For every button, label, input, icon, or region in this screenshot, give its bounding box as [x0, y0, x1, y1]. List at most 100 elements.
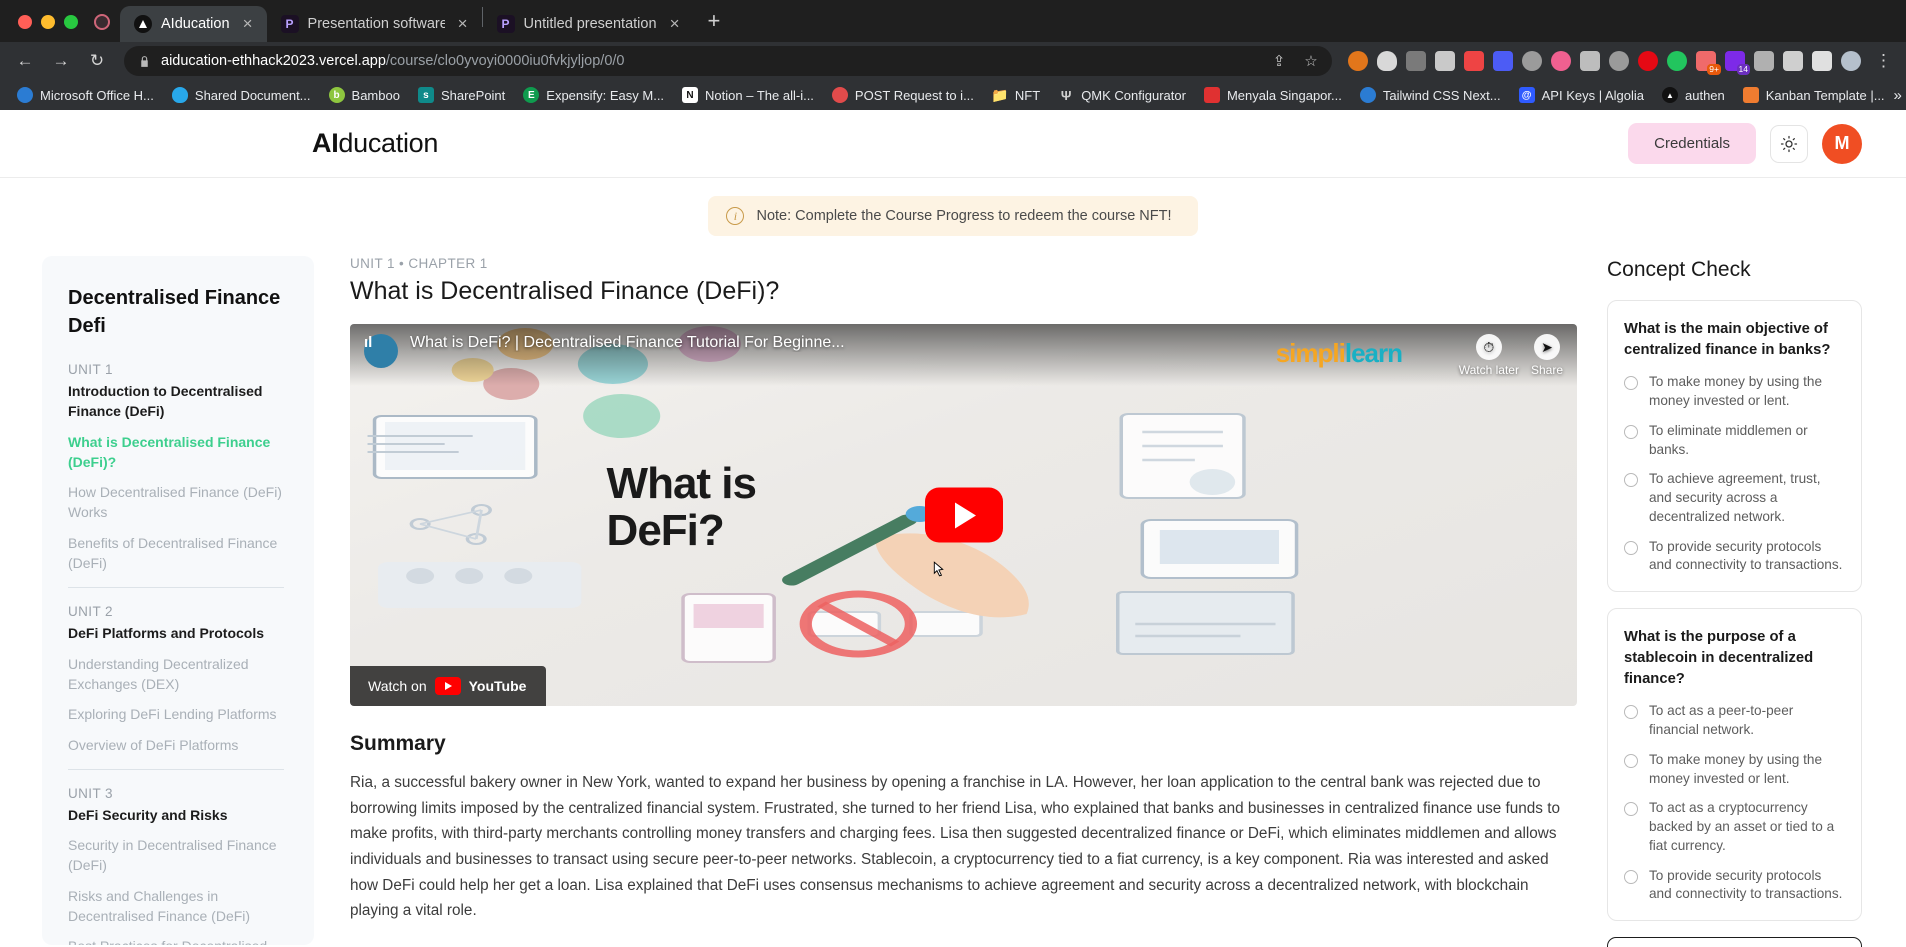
browser-tab-aiducation[interactable]: AIducation × — [120, 6, 267, 42]
profile-avatar-icon[interactable] — [1841, 51, 1861, 71]
close-tab-icon[interactable]: × — [454, 15, 472, 33]
close-window-button[interactable] — [18, 15, 32, 29]
radio-button-icon[interactable] — [1624, 869, 1638, 884]
youtube-avatar-icon[interactable]: ıl — [364, 334, 398, 368]
bookmark-microsoft-office[interactable]: Microsoft Office H... — [8, 83, 163, 107]
sidebar-chapter-benefits-of-defi[interactable]: Benefits of Decentralised Finance (DeFi) — [68, 533, 284, 574]
option-2-1[interactable]: To act as a peer-to-peer financial netwo… — [1624, 702, 1845, 740]
bookmark-algolia-api-keys[interactable]: @ API Keys | Algolia — [1510, 83, 1653, 107]
forward-button[interactable]: → — [46, 46, 76, 76]
bookmark-sharepoint[interactable]: s SharePoint — [409, 83, 514, 107]
radio-button-icon[interactable] — [1624, 753, 1638, 768]
bookmark-shared-documents[interactable]: Shared Document... — [163, 83, 320, 107]
reading-list-icon[interactable] — [1783, 51, 1803, 71]
bookmark-bamboo[interactable]: b Bamboo — [320, 83, 409, 107]
bookmark-menyala-singapore[interactable]: Menyala Singapor... — [1195, 83, 1351, 107]
office-icon — [17, 87, 33, 103]
sidebar-chapter-understanding-dex[interactable]: Understanding Decentralized Exchanges (D… — [68, 654, 284, 695]
code-extension-icon[interactable] — [1551, 51, 1571, 71]
option-2-2[interactable]: To make money by using the money investe… — [1624, 751, 1845, 789]
bookmark-label: SharePoint — [440, 87, 506, 103]
asana-extension-icon[interactable]: 9+ — [1696, 51, 1721, 75]
bookmark-notion[interactable]: N Notion – The all-i... — [673, 83, 823, 107]
pitch-extension-icon[interactable] — [1464, 51, 1484, 71]
course-title: Decentralised Finance Defi — [68, 287, 281, 337]
app-logo[interactable]: AIducation — [40, 128, 438, 159]
tab-search-icon — [94, 14, 110, 30]
radio-button-icon[interactable] — [1624, 424, 1638, 439]
sidebar-chapter-overview-defi-platforms[interactable]: Overview of DeFi Platforms — [68, 735, 284, 755]
brand-bold: AI — [312, 128, 339, 158]
star-icon[interactable]: ☆ — [1300, 52, 1322, 70]
tab-strip: AIducation × P Presentation software for… — [0, 0, 1906, 42]
bookmark-authen[interactable]: ▲ authen — [1653, 83, 1734, 107]
option-label: To make money by using the money investe… — [1649, 751, 1823, 786]
browser-tab-pitch-presentation-software[interactable]: P Presentation software for fast × — [267, 6, 482, 42]
option-2-4[interactable]: To provide security protocols and connec… — [1624, 867, 1845, 905]
minimize-window-button[interactable] — [41, 15, 55, 29]
sidebar-chapter-defi-lending-platforms[interactable]: Exploring DeFi Lending Platforms — [68, 704, 284, 724]
radio-button-icon[interactable] — [1624, 473, 1638, 488]
option-2-3[interactable]: To act as a cryptocurrency backed by an … — [1624, 799, 1845, 855]
share-button[interactable]: ➤ Share — [1531, 334, 1563, 377]
radio-button-icon[interactable] — [1624, 376, 1638, 391]
sidebar-chapter-risks-and-challenges[interactable]: Risks and Challenges in Decentralised Fi… — [68, 886, 284, 927]
sidepanel-icon[interactable] — [1812, 51, 1832, 71]
play-button[interactable] — [924, 487, 1003, 543]
main-content: UNIT 1 • CHAPTER 1 What is Decentralised… — [314, 256, 1607, 945]
notes-extension-icon[interactable] — [1580, 51, 1600, 71]
puzzle-extension-icon[interactable] — [1754, 51, 1774, 71]
bookmark-expensify[interactable]: E Expensify: Easy M... — [514, 83, 673, 107]
sidebar-chapter-what-is-defi[interactable]: What is Decentralised Finance (DeFi)? — [68, 432, 284, 473]
opera-extension-icon[interactable] — [1638, 51, 1658, 71]
course-note-banner: i Note: Complete the Course Progress to … — [708, 196, 1198, 236]
option-1-4[interactable]: To provide security protocols and connec… — [1624, 538, 1845, 576]
grammarly-extension-icon[interactable] — [1406, 51, 1426, 71]
bookmarks-overflow-button[interactable]: » — [1894, 87, 1906, 104]
tab-search-button[interactable] — [90, 14, 120, 42]
box-extension-icon[interactable] — [1435, 51, 1455, 71]
sidebar-chapter-best-practices[interactable]: Best Practices for Decentralised Finance… — [68, 936, 284, 945]
back-button[interactable]: ← — [10, 46, 40, 76]
browser-menu-button[interactable]: ⋮ — [1867, 52, 1896, 69]
figma-badge: 14 — [1736, 64, 1750, 75]
close-tab-icon[interactable]: × — [239, 15, 257, 33]
address-bar[interactable]: aiducation-ethhack2023.vercel.app/course… — [124, 46, 1332, 76]
watch-later-button[interactable]: ⏱ Watch later — [1459, 334, 1519, 377]
channel-watermark: simplilearn — [1276, 338, 1403, 369]
new-tab-button[interactable]: + — [694, 10, 735, 42]
share-icon[interactable]: ⇪ — [1268, 52, 1290, 70]
option-1-3[interactable]: To achieve agreement, trust, and securit… — [1624, 470, 1845, 526]
radio-button-icon[interactable] — [1624, 802, 1638, 817]
close-tab-icon[interactable]: × — [666, 15, 684, 33]
browser-tab-untitled-presentation[interactable]: P Untitled presentation × — [483, 6, 694, 42]
youtube-video-player[interactable]: What is DeFi? ıl What is DeFi? | Decentr… — [350, 324, 1577, 706]
radio-button-icon[interactable] — [1624, 540, 1638, 555]
pitch-favicon: P — [496, 15, 515, 33]
metamask-extension-icon[interactable] — [1348, 51, 1368, 71]
option-1-1[interactable]: To make money by using the money investe… — [1624, 373, 1845, 411]
loom-extension-icon[interactable] — [1667, 51, 1687, 71]
option-1-2[interactable]: To eliminate middlemen or banks. — [1624, 422, 1845, 460]
bookmark-tailwind-css[interactable]: Tailwind CSS Next... — [1351, 83, 1510, 107]
figma-extension-icon[interactable]: 14 — [1725, 51, 1750, 75]
maximize-window-button[interactable] — [64, 15, 78, 29]
bamboo-icon: b — [328, 87, 345, 103]
bookmark-post-request[interactable]: POST Request to i... — [823, 83, 983, 107]
kaleido-extension-icon[interactable] — [1493, 51, 1513, 71]
bookmark-kanban-template[interactable]: Kanban Template |... — [1734, 83, 1894, 107]
bookmark-qmk-configurator[interactable]: Ψ QMK Configurator — [1049, 83, 1195, 107]
cloud-extension-icon[interactable] — [1522, 51, 1542, 71]
radio-button-icon[interactable] — [1624, 705, 1638, 720]
ci-extension-icon[interactable] — [1609, 51, 1629, 71]
theme-toggle-button[interactable] — [1770, 124, 1808, 163]
bookmark-nft-folder[interactable]: 📁 NFT — [983, 83, 1049, 107]
arc-extension-icon[interactable] — [1377, 51, 1397, 71]
check-answer-button[interactable]: Check Answer › — [1607, 937, 1862, 947]
reload-button[interactable]: ↻ — [82, 46, 112, 76]
credentials-button[interactable]: Credentials — [1628, 123, 1756, 164]
user-avatar[interactable]: M — [1822, 123, 1862, 164]
watch-on-youtube-button[interactable]: Watch on YouTube — [350, 666, 547, 706]
sidebar-chapter-how-defi-works[interactable]: How Decentralised Finance (DeFi) Works — [68, 482, 284, 523]
sidebar-chapter-security-in-defi[interactable]: Security in Decentralised Finance (DeFi) — [68, 835, 284, 876]
